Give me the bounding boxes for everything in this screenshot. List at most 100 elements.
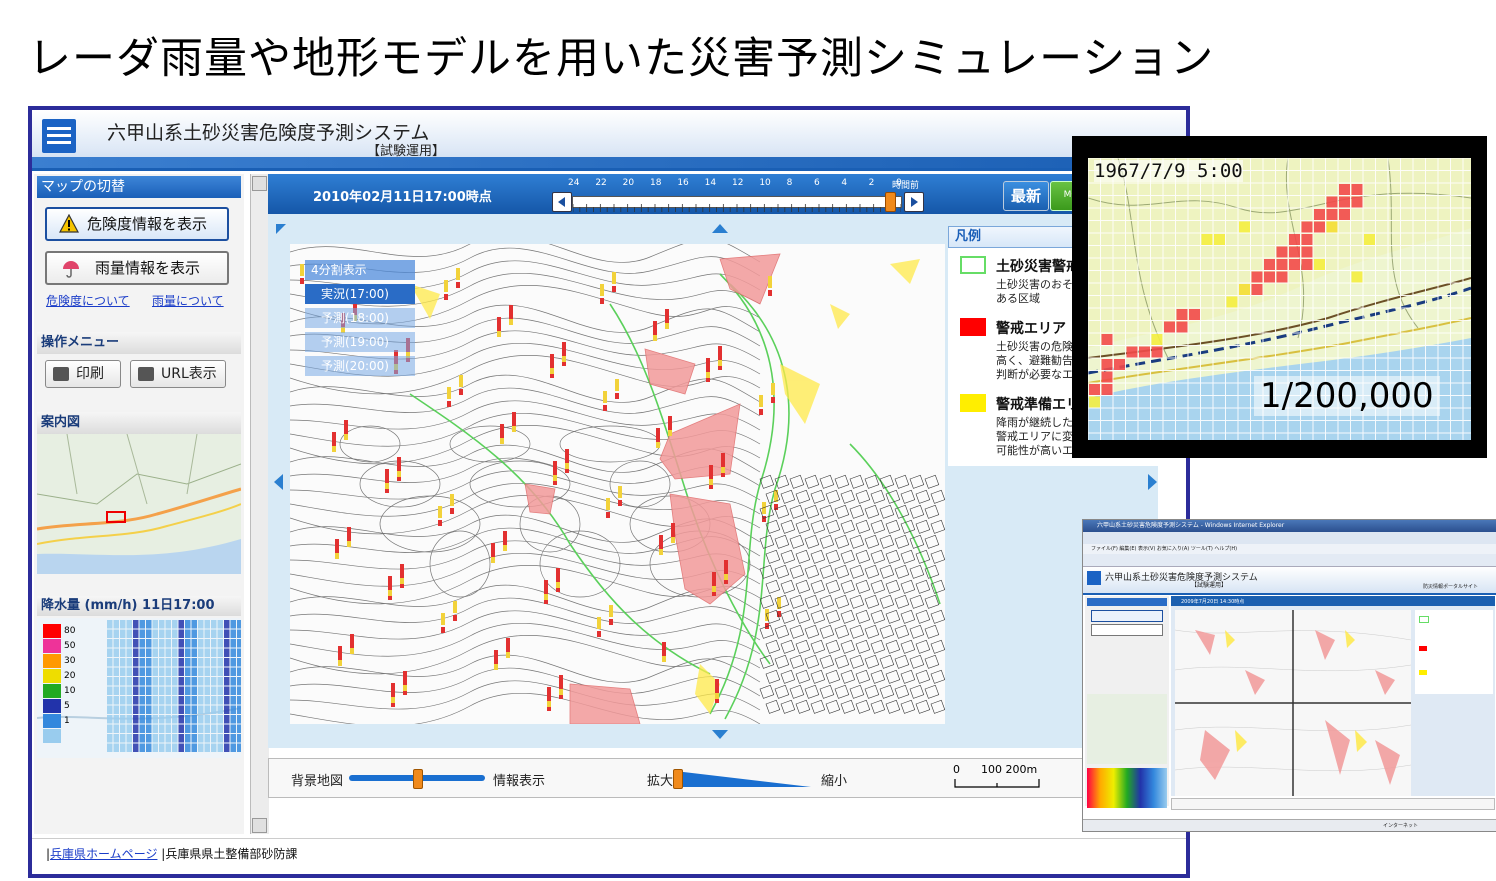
rain-legend-label: 5 <box>64 701 70 711</box>
timeline-next-button[interactable] <box>904 192 924 212</box>
timeline-unit: 時間前 <box>892 181 920 191</box>
danger-about-link[interactable]: 危険度について <box>46 292 130 309</box>
pan-east-icon[interactable] <box>1148 474 1158 490</box>
rain-legend-label: 10 <box>64 686 76 696</box>
show-danger-button[interactable]: 危険度情報を表示 <box>45 207 229 241</box>
timeline-label: 10 <box>759 178 771 188</box>
pan-north-icon[interactable] <box>712 224 728 234</box>
show-rain-button[interactable]: 雨量情報を表示 <box>45 251 229 285</box>
browser-left-panel <box>1085 596 1169 808</box>
opacity-knob[interactable] <box>413 769 423 789</box>
timeline-label: 4 <box>841 178 848 188</box>
guide-map[interactable] <box>37 434 241 574</box>
timeline-ticks <box>572 204 902 212</box>
scroll-up-button[interactable] <box>252 176 267 191</box>
home-link[interactable]: 兵庫県ホームページ <box>50 847 157 861</box>
browser-guide-map <box>1087 694 1167 764</box>
background-map-label: 背景地図 <box>291 774 344 789</box>
timeline-slider[interactable]: 24 22 20 18 16 14 12 10 8 6 4 2 0 時間前 <box>552 178 928 212</box>
url-label: URL表示 <box>161 366 217 382</box>
zoom-in-label: 拡大 <box>647 774 674 789</box>
timeline-track[interactable] <box>572 196 902 212</box>
rain-header: 降水量 (mm/h) 11日17:00 <box>37 596 241 616</box>
warning-icon <box>59 214 79 233</box>
scale-bar: 0 100 200m <box>953 763 1043 793</box>
arrow-left-icon <box>558 197 565 207</box>
arrow-right-icon <box>911 197 918 207</box>
department-text: |兵庫県県土整備部砂防課 <box>161 847 298 861</box>
pan-south-icon[interactable] <box>712 730 728 740</box>
header-band <box>32 157 1186 168</box>
map-controls-bar: 背景地図 情報表示 拡大 縮小 0 100 200m <box>268 758 1158 798</box>
hazard-map[interactable]: 4分割表示 実況(17:00) 予測(18:00) 予測(19:00) 予測(2… <box>290 244 945 724</box>
zoom-slider[interactable] <box>675 769 811 789</box>
app-footer: |兵庫県ホームページ |兵庫県県土整備部砂防課 <box>32 838 1186 874</box>
zoom-out-label: 縮小 <box>821 774 848 789</box>
timeline-label: 24 <box>568 178 580 188</box>
map-toolbar: 2010年02月11日17:00時点 24 22 20 18 16 14 12 10 8 6 4 2 0… <box>268 174 1158 214</box>
browser-datetime: 2009年7月20日 14:30時点 <box>1181 599 1245 605</box>
guide-header: 案内図 <box>37 412 241 434</box>
app-logo-icon <box>42 119 76 153</box>
timeline-label: 22 <box>595 178 607 188</box>
slide-title: レーダ雨量や地形モデルを用いた災害予測シミュレーション <box>28 34 1215 84</box>
printer-icon <box>53 367 69 381</box>
legend-swatch-prep <box>960 394 986 412</box>
url-icon <box>138 367 154 381</box>
quad-view-button[interactable]: 4分割表示 <box>305 260 415 280</box>
url-button[interactable]: URL表示 <box>130 360 226 388</box>
rain-legend-swatch <box>43 654 61 668</box>
timeline-prev-button[interactable] <box>552 192 572 212</box>
pan-west-icon[interactable] <box>274 474 284 490</box>
forecast-now-button[interactable]: 実況(17:00) <box>305 284 415 304</box>
browser-legend <box>1415 610 1493 694</box>
rain-legend-swatch <box>43 729 61 743</box>
browser-logo-icon <box>1087 571 1101 585</box>
rain-legend-swatch <box>43 684 61 698</box>
map-switch-header: マップの切替 <box>37 176 241 198</box>
refresh-button[interactable]: 最新 <box>1003 181 1049 211</box>
browser-legend-alert <box>1419 646 1427 651</box>
menu-header: 操作メニュー <box>37 332 241 354</box>
forecast-18-button[interactable]: 予測(18:00) <box>305 308 415 328</box>
browser-map-area: 2009年7月20日 14:30時点 <box>1171 596 1495 796</box>
browser-danger-button[interactable] <box>1091 610 1163 622</box>
rain-legend-swatch <box>43 699 61 713</box>
rain-legend-label: 20 <box>64 671 76 681</box>
rain-legend-swatch <box>43 639 61 653</box>
browser-titlebar: 六甲山系土砂災害危険度予測システム - Windows Internet Exp… <box>1083 520 1496 532</box>
rain-about-link[interactable]: 雨量について <box>152 292 224 309</box>
scrollbar[interactable] <box>250 174 269 834</box>
timeline-label: 2 <box>868 178 875 188</box>
pan-northwest-icon[interactable] <box>276 224 288 236</box>
rain-legend-label: 50 <box>64 641 76 651</box>
timeline-knob[interactable] <box>885 192 896 212</box>
scale-ruler <box>954 779 1040 788</box>
rain-map[interactable]: 80 50 30 20 10 5 1 <box>37 618 241 758</box>
umbrella-icon <box>63 261 79 278</box>
scroll-down-button[interactable] <box>252 818 267 833</box>
browser-portal-link[interactable]: 防災情報ポータルサイト <box>1423 583 1478 590</box>
timeline-label: 18 <box>650 178 662 188</box>
show-danger-label: 危険度情報を表示 <box>87 215 208 233</box>
show-rain-label: 雨量情報を表示 <box>95 259 201 277</box>
map-area: 2010年02月11日17:00時点 24 22 20 18 16 14 12 10 8 6 4 2 0… <box>268 174 1158 748</box>
browser-legend-zone <box>1419 616 1429 623</box>
browser-toolbar: 2009年7月20日 14:30時点 <box>1171 596 1495 606</box>
browser-map-switch <box>1087 598 1167 606</box>
forecast-20-button[interactable]: 予測(20:00) <box>305 356 415 376</box>
app-window: 六甲山系土砂災害危険度予測システム 【試験運用】 マップの切替 危険度情報を表示… <box>28 106 1190 878</box>
legend-swatch-zone <box>960 256 986 274</box>
current-datetime: 2010年02月11日17:00時点 <box>313 190 492 205</box>
historic-inset: 1967/7/9 5:00 1/200,000 <box>1072 136 1487 458</box>
rain-legend-label: 1 <box>64 716 70 726</box>
browser-rain-button[interactable] <box>1091 624 1163 636</box>
browser-tabs <box>1083 554 1496 567</box>
historic-datetime: 1967/7/9 5:00 <box>1094 160 1243 182</box>
zoom-knob[interactable] <box>673 769 683 789</box>
browser-app-title: 六甲山系土砂災害危険度予測システム <box>1105 573 1258 583</box>
print-button[interactable]: 印刷 <box>45 360 121 388</box>
forecast-19-button[interactable]: 予測(19:00) <box>305 332 415 352</box>
footer-text: |兵庫県ホームページ |兵庫県県土整備部砂防課 <box>46 847 298 861</box>
browser-screenshot: 六甲山系土砂災害危険度予測システム - Windows Internet Exp… <box>1082 519 1496 832</box>
